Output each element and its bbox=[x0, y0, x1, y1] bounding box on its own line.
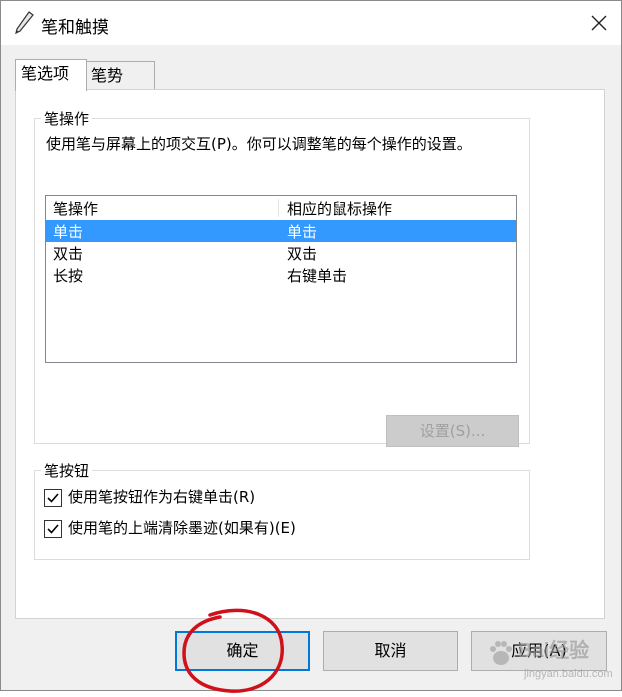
ok-button[interactable]: 确定 bbox=[175, 631, 310, 671]
window-title: 笔和触摸 bbox=[41, 18, 109, 38]
title-bar[interactable]: 笔和触摸 bbox=[1, 1, 621, 45]
dialog-window: 笔和触摸 笔选项 笔势 笔操作 使用笔与屏幕上的项交互(P)。你可以调整笔的每个… bbox=[0, 0, 622, 691]
apply-button[interactable]: 应用(A) bbox=[471, 631, 607, 671]
pen-actions-list[interactable]: 笔操作 相应的鼠标操作 单击 单击 双击 双击 长按 右键单击 bbox=[45, 195, 517, 363]
erase-ink-label: 使用笔的上端清除墨迹(如果有)(E) bbox=[68, 519, 296, 537]
row-action: 长按 bbox=[53, 267, 84, 285]
settings-button[interactable]: 设置(S)... bbox=[386, 415, 519, 447]
row-action: 单击 bbox=[53, 223, 84, 241]
list-row[interactable]: 双击 双击 bbox=[46, 242, 516, 264]
tab-flicks[interactable]: 笔势 bbox=[85, 61, 155, 90]
pen-buttons-group: 笔按钮 使用笔按钮作为右键单击(R) 使用笔的上端清除墨迹(如果有)(E) bbox=[34, 460, 530, 560]
pen-buttons-group-label: 笔按钮 bbox=[41, 460, 93, 481]
erase-ink-checkbox[interactable] bbox=[44, 520, 62, 538]
pen-icon bbox=[15, 11, 34, 35]
checkmark-icon bbox=[47, 493, 59, 503]
column-header-pen-action[interactable]: 笔操作 bbox=[53, 198, 98, 219]
column-header-mouse-action[interactable]: 相应的鼠标操作 bbox=[287, 198, 392, 219]
column-divider[interactable] bbox=[278, 199, 279, 217]
cancel-button[interactable]: 取消 bbox=[323, 631, 458, 671]
list-header: 笔操作 相应的鼠标操作 bbox=[46, 196, 516, 218]
pen-actions-group: 笔操作 使用笔与屏幕上的项交互(P)。你可以调整笔的每个操作的设置。 笔操作 相… bbox=[34, 108, 530, 447]
tab-panel: 笔操作 使用笔与屏幕上的项交互(P)。你可以调整笔的每个操作的设置。 笔操作 相… bbox=[15, 89, 605, 619]
row-mouse-action: 单击 bbox=[287, 223, 318, 241]
list-row[interactable]: 单击 单击 bbox=[46, 220, 516, 242]
pen-actions-description: 使用笔与屏幕上的项交互(P)。你可以调整笔的每个操作的设置。 bbox=[46, 135, 472, 153]
list-row[interactable]: 长按 右键单击 bbox=[46, 264, 516, 286]
tab-pen-options[interactable]: 笔选项 bbox=[15, 59, 87, 91]
checkmark-icon bbox=[47, 524, 59, 534]
right-click-label: 使用笔按钮作为右键单击(R) bbox=[68, 488, 256, 506]
row-mouse-action: 双击 bbox=[287, 245, 318, 263]
row-action: 双击 bbox=[53, 245, 84, 263]
right-click-checkbox[interactable] bbox=[44, 489, 62, 507]
row-mouse-action: 右键单击 bbox=[287, 267, 348, 285]
pen-actions-group-label: 笔操作 bbox=[41, 108, 93, 129]
close-icon[interactable] bbox=[583, 7, 615, 39]
